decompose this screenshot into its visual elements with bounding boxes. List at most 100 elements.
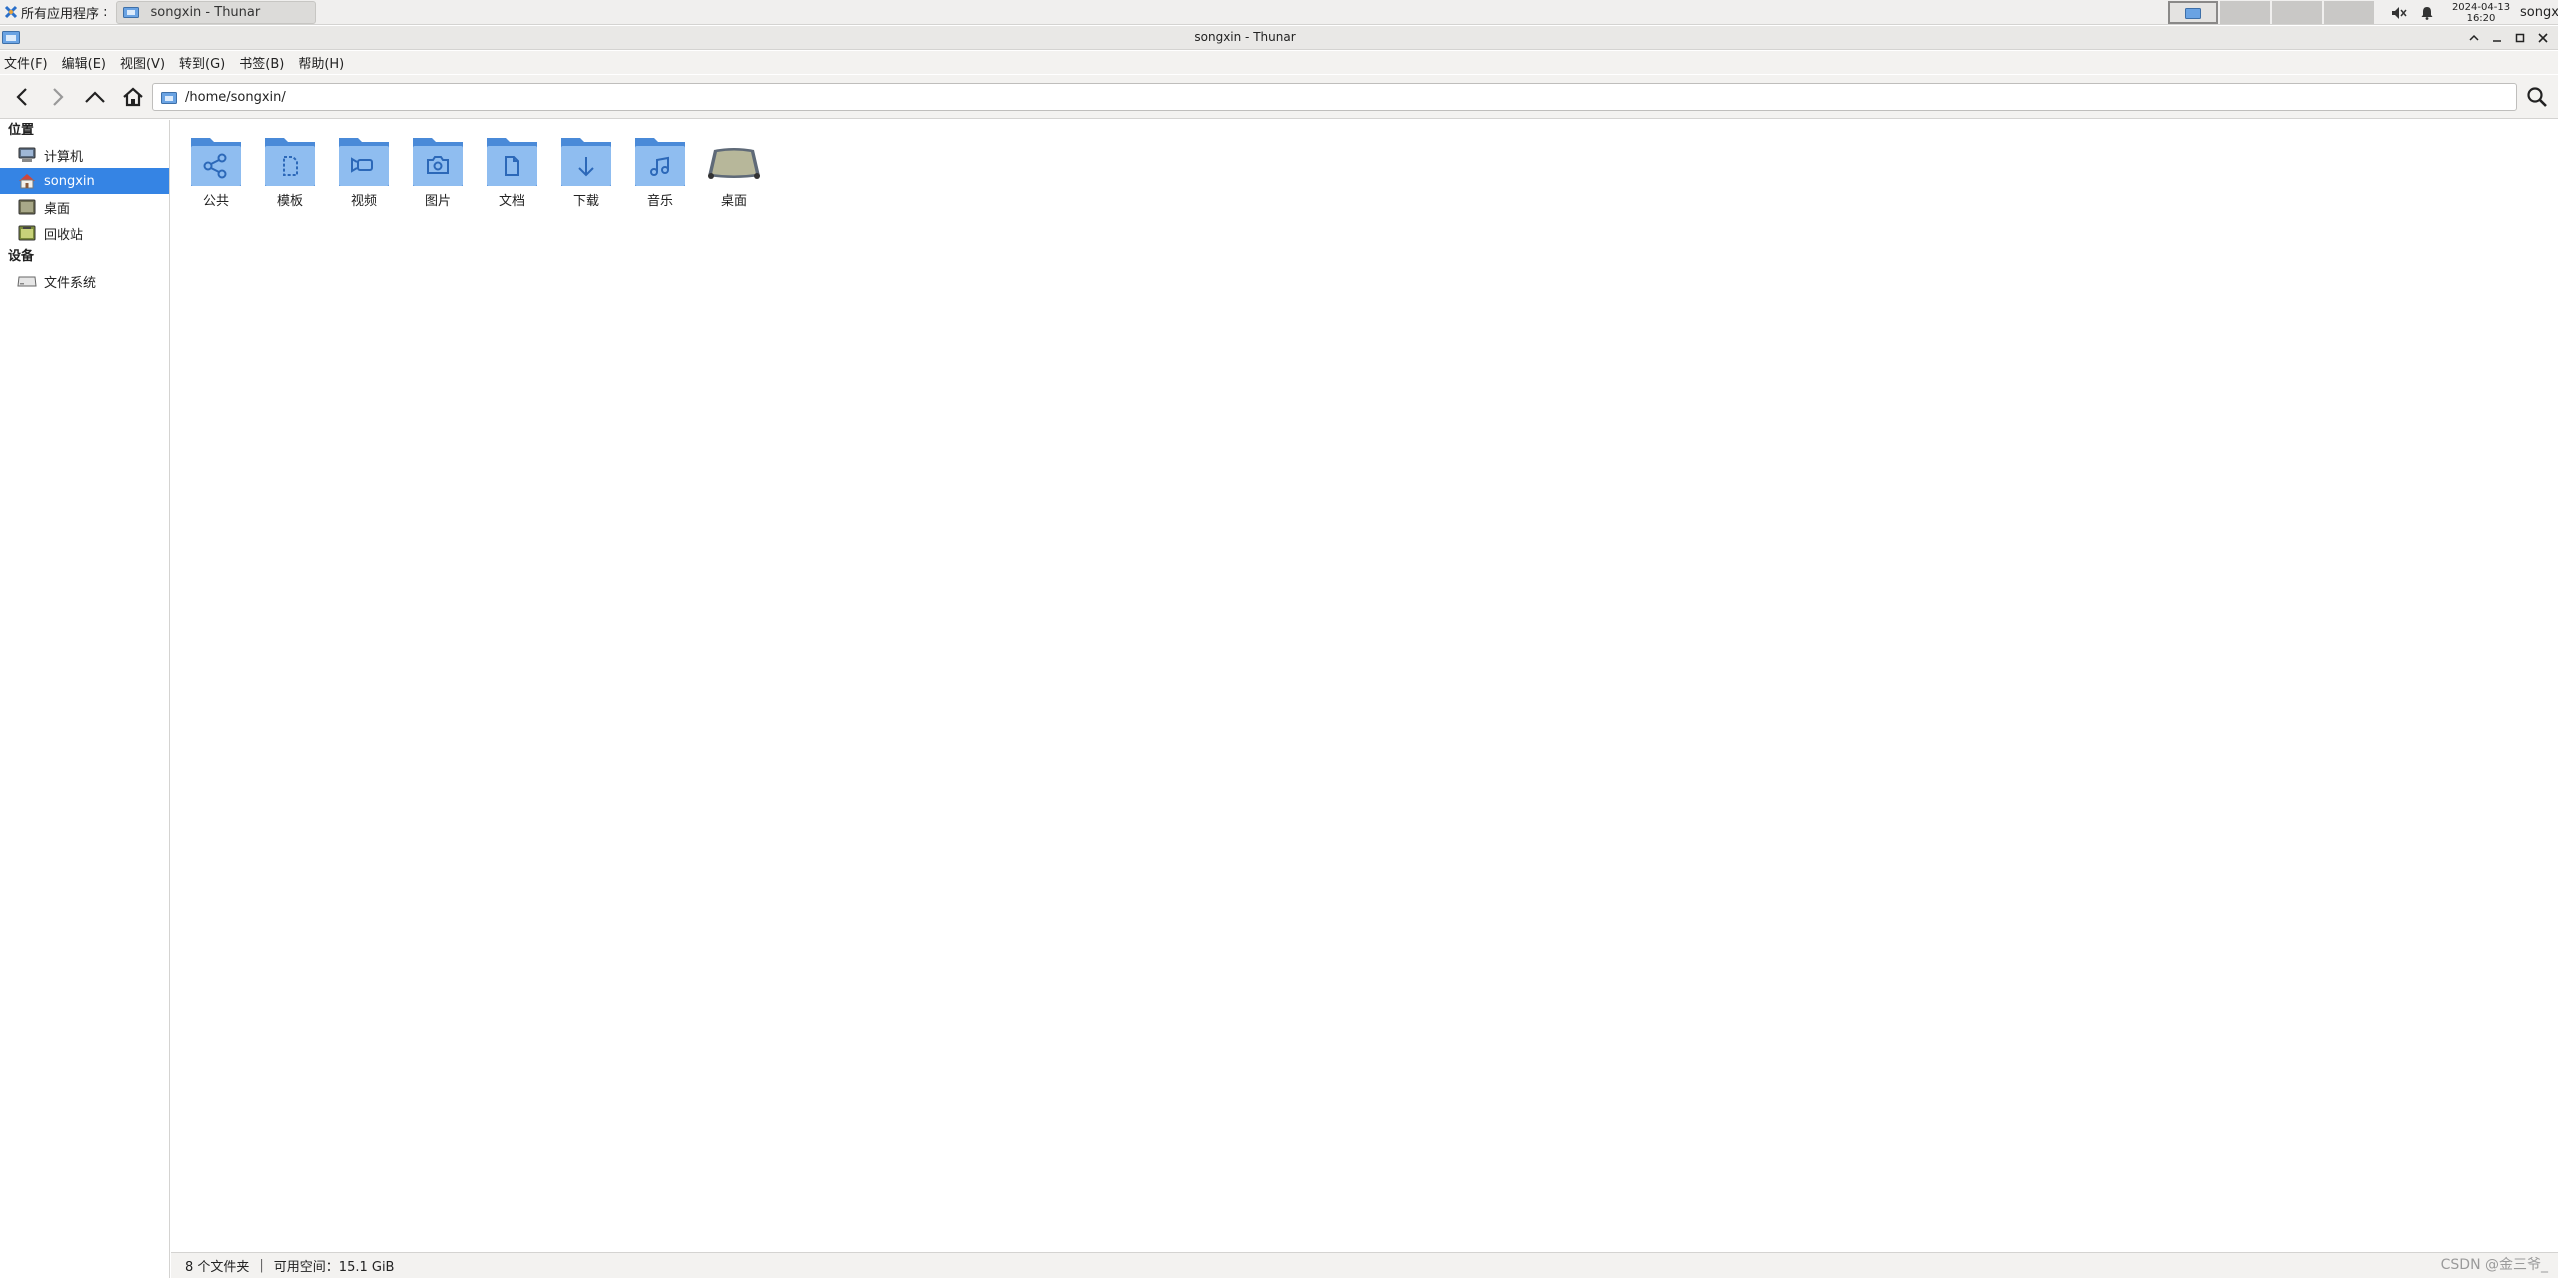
sidebar-item-label: songxin bbox=[44, 173, 95, 189]
workspace-4[interactable] bbox=[2324, 1, 2374, 24]
close-icon bbox=[2537, 33, 2548, 43]
menu-view[interactable]: 视图(V) bbox=[120, 53, 165, 72]
taskbar-button-label: songxin - Thunar bbox=[150, 4, 261, 20]
sidebar-item-label: 回收站 bbox=[44, 227, 84, 243]
chevron-right-icon bbox=[53, 88, 64, 106]
menu-edit[interactable]: 编辑(E) bbox=[62, 53, 106, 72]
status-bar: 8 个文件夹 | 可用空间：15.1 GiB bbox=[171, 1252, 2558, 1278]
pictures-folder-icon bbox=[413, 138, 463, 186]
file-view[interactable]: 公共 模板 视频 图片 文档 下载 音乐 桌面 bbox=[171, 120, 2558, 1252]
sidebar-item-home[interactable]: songxin bbox=[0, 168, 169, 194]
documents-folder-icon bbox=[487, 138, 537, 186]
desktop-icon bbox=[16, 198, 38, 216]
clock-date: 2024-04-13 bbox=[2451, 1, 2511, 13]
system-tray: 2024-04-13 16:20 songxin bbox=[2388, 0, 2558, 25]
menu-file[interactable]: 文件(F) bbox=[4, 53, 48, 72]
workspace-3[interactable] bbox=[2272, 1, 2322, 24]
file-name: 音乐 bbox=[646, 194, 673, 209]
file-name: 模板 bbox=[276, 194, 303, 209]
search-icon bbox=[2527, 87, 2547, 107]
volume-muted-icon[interactable] bbox=[2388, 0, 2410, 25]
menu-bar: 文件(F) 编辑(E) 视图(V) 转到(G) 书签(B) 帮助(H) bbox=[0, 51, 2558, 74]
sidebar-item-filesystem[interactable]: 文件系统 bbox=[0, 268, 169, 294]
sidebar-header-devices: 设备 bbox=[8, 249, 35, 264]
clock[interactable]: 2024-04-13 16:20 bbox=[2448, 2, 2514, 24]
file-item[interactable]: 下载 bbox=[549, 130, 623, 209]
menu-help[interactable]: 帮助(H) bbox=[298, 53, 344, 72]
status-separator: | bbox=[259, 1258, 264, 1273]
window-controls bbox=[2462, 26, 2554, 50]
workspace-pager bbox=[2168, 1, 2376, 24]
workspace-2[interactable] bbox=[2220, 1, 2270, 24]
file-item[interactable]: 图片 bbox=[401, 130, 475, 209]
sidebar-item-computer[interactable]: 计算机 bbox=[0, 142, 169, 168]
window-title: songxin - Thunar bbox=[1194, 30, 1296, 44]
file-name: 公共 bbox=[202, 194, 229, 209]
file-name: 桌面 bbox=[720, 194, 747, 209]
workspace-1[interactable] bbox=[2168, 1, 2218, 24]
window-titlebar[interactable]: songxin - Thunar bbox=[0, 26, 2558, 50]
apps-separator: : bbox=[99, 4, 108, 20]
shade-button[interactable] bbox=[2462, 26, 2485, 50]
user-menu[interactable]: songxin bbox=[2520, 5, 2558, 20]
top-panel: 所有应用程序 : songxin - Thunar 2024-04-13 16:… bbox=[0, 0, 2558, 25]
menu-bookmarks[interactable]: 书签(B) bbox=[239, 53, 284, 72]
home-icon bbox=[123, 87, 143, 107]
desktop-icon bbox=[708, 148, 760, 179]
clock-time: 16:20 bbox=[2466, 12, 2496, 24]
folder-icon bbox=[161, 91, 177, 104]
sidebar-header-places: 位置 bbox=[8, 123, 35, 138]
file-item[interactable]: 模板 bbox=[253, 130, 327, 209]
computer-icon bbox=[16, 146, 38, 164]
taskbar-button-thunar[interactable]: songxin - Thunar bbox=[115, 0, 316, 24]
drive-icon bbox=[16, 272, 38, 290]
sidebar-item-label: 文件系统 bbox=[44, 275, 97, 291]
chevron-left-icon bbox=[16, 88, 27, 106]
parent-folder-button[interactable] bbox=[80, 83, 110, 111]
search-button[interactable] bbox=[2522, 83, 2552, 111]
video-folder-icon bbox=[339, 138, 389, 186]
file-grid: 公共 模板 视频 图片 文档 下载 音乐 桌面 bbox=[179, 130, 771, 209]
xfce-logo-icon bbox=[4, 5, 18, 19]
window-thumbnail-icon bbox=[2185, 7, 2201, 19]
applications-menu-label: 所有应用程序 bbox=[21, 6, 100, 22]
toolbar bbox=[0, 75, 2558, 119]
location-input[interactable] bbox=[185, 89, 2485, 105]
minimize-icon bbox=[2492, 40, 2501, 42]
watermark: CSDN @金三爷_ bbox=[2440, 1257, 2548, 1273]
back-button[interactable] bbox=[7, 83, 37, 111]
music-folder-icon bbox=[635, 138, 685, 186]
folder-icon bbox=[122, 7, 139, 18]
maximize-button[interactable] bbox=[2508, 26, 2531, 50]
maximize-icon bbox=[2515, 33, 2524, 43]
notification-bell-icon[interactable] bbox=[2416, 0, 2438, 25]
file-item[interactable]: 桌面 bbox=[697, 130, 771, 209]
home-icon bbox=[16, 172, 38, 190]
file-item[interactable]: 文档 bbox=[475, 130, 549, 209]
file-name: 下载 bbox=[572, 194, 599, 209]
file-name: 文档 bbox=[498, 194, 525, 209]
download-folder-icon bbox=[561, 138, 611, 186]
free-space: 可用空间：15.1 GiB bbox=[273, 1260, 395, 1275]
sidebar-item-trash[interactable]: 回收站 bbox=[0, 220, 169, 246]
sidebar: 位置 计算机 songxin 桌面 回收站 设备 文件系统 bbox=[0, 120, 170, 1278]
share-folder-icon bbox=[191, 138, 241, 186]
file-item[interactable]: 音乐 bbox=[623, 130, 697, 209]
template-folder-icon bbox=[265, 138, 315, 186]
chevron-up-icon bbox=[2468, 34, 2479, 41]
close-button[interactable] bbox=[2531, 26, 2554, 50]
chevron-up-icon bbox=[85, 91, 105, 103]
file-item[interactable]: 公共 bbox=[179, 130, 253, 209]
applications-menu[interactable]: 所有应用程序 : bbox=[0, 0, 112, 25]
menu-go[interactable]: 转到(G) bbox=[179, 53, 225, 72]
trash-icon bbox=[16, 224, 38, 242]
forward-button[interactable] bbox=[43, 83, 73, 111]
file-name: 图片 bbox=[424, 194, 451, 209]
sidebar-item-label: 计算机 bbox=[44, 149, 84, 165]
folder-count: 8 个文件夹 bbox=[185, 1260, 250, 1275]
minimize-button[interactable] bbox=[2485, 26, 2508, 50]
file-item[interactable]: 视频 bbox=[327, 130, 401, 209]
sidebar-item-desktop[interactable]: 桌面 bbox=[0, 194, 169, 220]
location-bar[interactable] bbox=[152, 83, 2517, 111]
home-button[interactable] bbox=[118, 83, 148, 111]
